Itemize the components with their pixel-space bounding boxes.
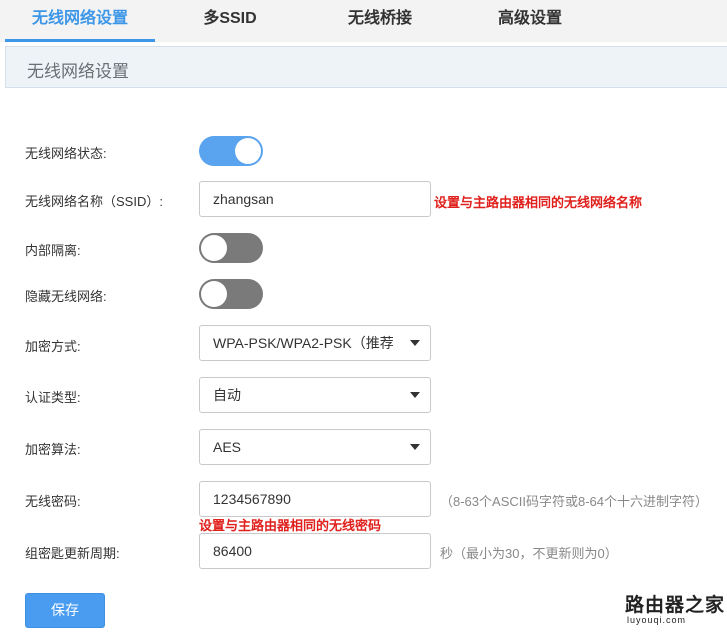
password-label: 无线密码:: [25, 494, 81, 509]
dropdown-arrow-icon: [410, 340, 420, 346]
group-key-period-note: 秒（最小为30，不更新则为0）: [440, 546, 618, 561]
hide-ssid-label: 隐藏无线网络:: [25, 289, 107, 304]
dropdown-arrow-icon: [410, 444, 420, 450]
ssid-input[interactable]: zhangsan: [199, 181, 431, 217]
tab-multi-ssid[interactable]: 多SSID: [165, 0, 295, 42]
dropdown-arrow-icon: [410, 392, 420, 398]
toggle-knob: [235, 138, 261, 164]
hide-ssid-toggle[interactable]: [199, 279, 263, 309]
group-key-period-input[interactable]: 86400: [199, 533, 431, 569]
auth-type-label: 认证类型:: [25, 390, 81, 405]
active-tab-indicator: [5, 39, 155, 42]
wireless-status-label: 无线网络状态:: [25, 146, 107, 161]
section-title: 无线网络设置: [27, 62, 129, 81]
tab-bar: 无线网络设置 多SSID 无线桥接 高级设置: [0, 0, 727, 42]
wireless-status-toggle[interactable]: [199, 136, 263, 166]
encryption-mode-select[interactable]: WPA-PSK/WPA2-PSK（推荐: [199, 325, 431, 361]
isolation-toggle[interactable]: [199, 233, 263, 263]
tab-advanced-settings[interactable]: 高级设置: [465, 0, 595, 42]
toggle-knob: [201, 235, 227, 261]
toggle-knob: [201, 281, 227, 307]
tab-wireless-settings[interactable]: 无线网络设置: [5, 0, 155, 42]
auth-type-select[interactable]: 自动: [199, 377, 431, 413]
encryption-mode-label: 加密方式:: [25, 339, 81, 354]
watermark-logo: 路由器之家: [625, 595, 726, 616]
auth-type-value: 自动: [213, 387, 241, 403]
tab-wireless-bridge[interactable]: 无线桥接: [315, 0, 445, 42]
ssid-label: 无线网络名称（SSID）:: [25, 194, 163, 209]
save-button[interactable]: 保存: [25, 593, 105, 628]
watermark-url: luyouqi.com: [627, 615, 687, 625]
group-key-period-label: 组密匙更新周期:: [25, 546, 120, 561]
section-header: 无线网络设置: [5, 46, 727, 88]
password-note: （8-63个ASCII码字符或8-64个十六进制字符）: [440, 494, 708, 509]
encryption-algorithm-value: AES: [213, 439, 242, 455]
encryption-algorithm-select[interactable]: AES: [199, 429, 431, 465]
password-hint: 设置与主路由器相同的无线密码: [199, 518, 382, 533]
encryption-algorithm-label: 加密算法:: [25, 442, 81, 457]
password-input[interactable]: 1234567890: [199, 481, 431, 517]
encryption-mode-value: WPA-PSK/WPA2-PSK（推荐: [213, 335, 394, 351]
ssid-hint: 设置与主路由器相同的无线网络名称: [434, 195, 643, 210]
isolation-label: 内部隔离:: [25, 243, 81, 258]
